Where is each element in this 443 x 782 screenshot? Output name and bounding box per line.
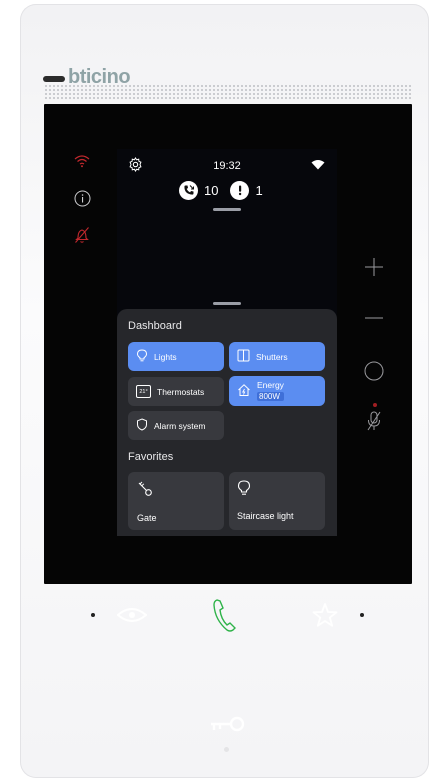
- logo-bar: [43, 76, 65, 82]
- thermostat-icon: 21°: [136, 385, 151, 398]
- energy-house-icon: [237, 383, 251, 399]
- plus-icon[interactable]: [364, 257, 384, 277]
- missed-call-icon: [179, 180, 198, 200]
- wifi-icon: [311, 159, 325, 173]
- panel-handle[interactable]: [213, 302, 241, 305]
- pull-down-handle[interactable]: [213, 208, 241, 211]
- mic-off-icon[interactable]: [364, 411, 384, 431]
- eye-icon[interactable]: [116, 603, 148, 627]
- energy-label: Energy: [257, 380, 284, 391]
- touchscreen: 19:32 10 1 Dashboard Lights Shutters 21°…: [117, 149, 337, 536]
- clock: 19:32: [213, 160, 241, 172]
- star-icon[interactable]: [310, 600, 340, 630]
- calls-count: 10: [204, 182, 219, 198]
- status-bar: 19:32: [117, 157, 337, 175]
- key-icon: [137, 481, 153, 499]
- key-icon[interactable]: [204, 713, 248, 743]
- bulb-icon: [136, 349, 148, 364]
- indicator-dot-left: [91, 613, 95, 617]
- alarm-label: Alarm system: [154, 420, 206, 431]
- staircase-light-favorite[interactable]: Staircase light: [229, 472, 325, 530]
- mute-icon: [72, 225, 92, 245]
- status-led: [373, 403, 377, 407]
- gate-favorite[interactable]: Gate: [128, 472, 224, 530]
- lights-label: Lights: [154, 351, 177, 362]
- info-icon: [72, 188, 92, 208]
- alerts-count: 1: [255, 182, 263, 198]
- thermostats-tile[interactable]: 21° Thermostats: [128, 377, 224, 406]
- thermostats-label: Thermostats: [157, 386, 205, 397]
- shutters-label: Shutters: [256, 351, 288, 362]
- dashboard-title: Dashboard: [128, 320, 182, 332]
- bulb-icon: [237, 480, 251, 498]
- favorites-title: Favorites: [128, 451, 174, 463]
- energy-tile[interactable]: Energy 800W: [229, 376, 325, 406]
- notifications-bar[interactable]: 10 1: [179, 180, 263, 200]
- sensor-dot: [224, 747, 229, 752]
- minus-icon[interactable]: [364, 308, 384, 328]
- shutters-tile[interactable]: Shutters: [229, 342, 325, 371]
- phone-icon[interactable]: [206, 597, 242, 635]
- energy-value: 800W: [257, 391, 284, 401]
- gate-label: Gate: [137, 513, 157, 523]
- wifi-icon: [72, 151, 92, 171]
- shutter-icon: [237, 349, 250, 364]
- circle-button-icon[interactable]: [364, 361, 384, 381]
- speaker-grille: [44, 84, 412, 100]
- shield-icon: [136, 418, 148, 433]
- indicator-dot-right: [360, 613, 364, 617]
- alarm-tile[interactable]: Alarm system: [128, 411, 224, 440]
- lights-tile[interactable]: Lights: [128, 342, 224, 371]
- staircase-light-label: Staircase light: [237, 511, 294, 521]
- alert-icon: [230, 180, 250, 200]
